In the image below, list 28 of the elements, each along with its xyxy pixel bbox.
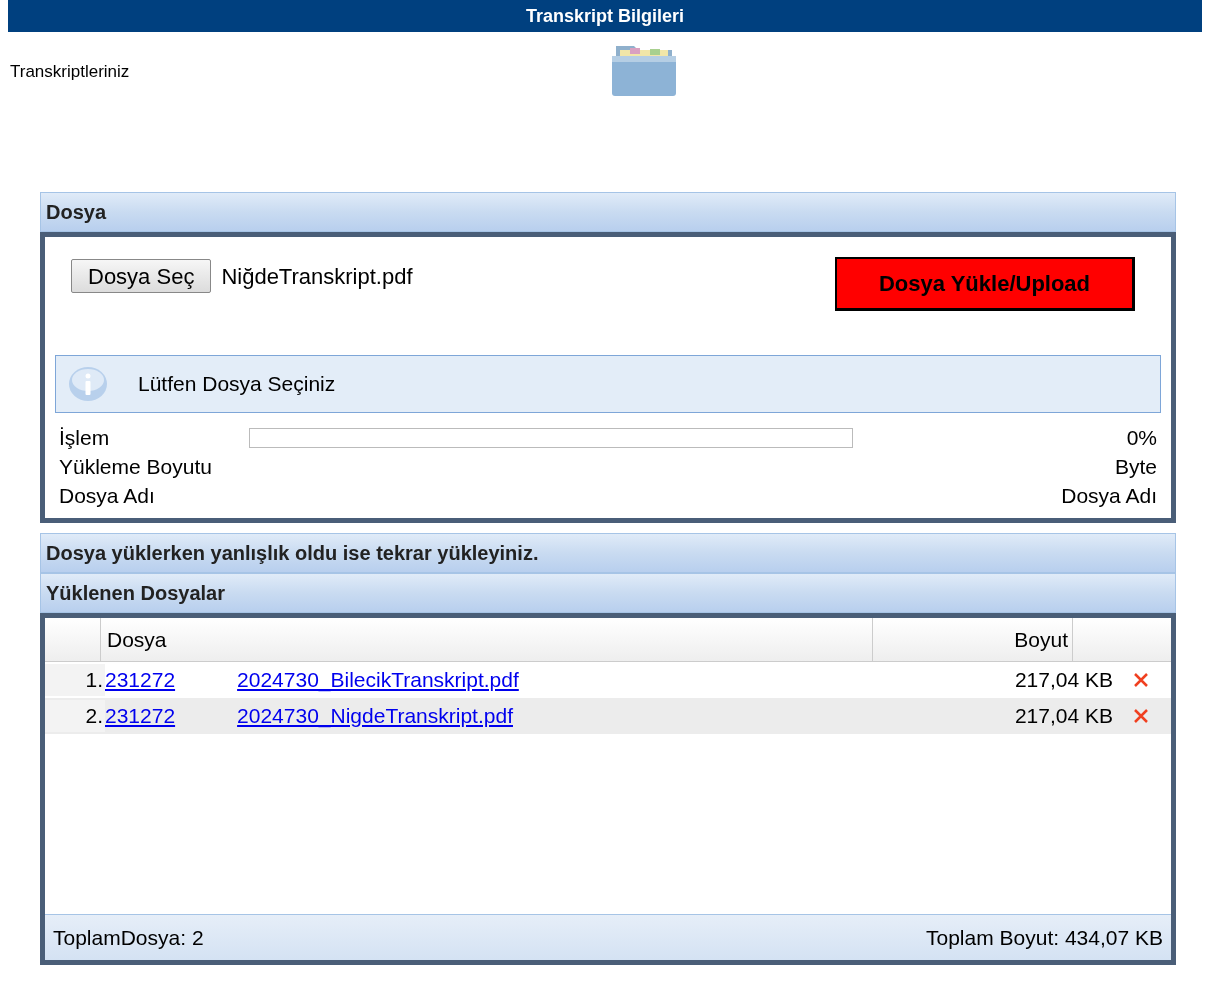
field-value: Dosya Adı	[1061, 482, 1157, 509]
file-link[interactable]: 231272 2024730_NigdeTranskript.pdf	[105, 700, 513, 732]
row-number: 2.	[45, 700, 105, 732]
total-files: ToplamDosya: 2	[53, 924, 204, 951]
delete-icon[interactable]	[1133, 672, 1149, 688]
row-number: 1.	[45, 664, 105, 696]
info-icon	[68, 366, 108, 402]
field-label: İşlem	[59, 424, 110, 451]
section-label: Transkriptleriniz	[10, 61, 131, 83]
file-size: 217,04 KB	[1014, 703, 1113, 730]
choose-file-button[interactable]: Dosya Seç	[71, 259, 212, 293]
title-bar: Transkript Bilgileri	[8, 0, 1202, 32]
field-label: Yükleme Boyutu	[59, 453, 212, 480]
delete-icon[interactable]	[1133, 708, 1149, 724]
file-size: 217,04 KB	[1014, 667, 1113, 694]
file-link[interactable]: 231272 2024730_BilecikTranskript.pdf	[105, 664, 519, 696]
field-value: Byte	[1114, 453, 1157, 480]
panel-header: Yüklenen Dosyalar	[40, 573, 1176, 613]
total-size: Toplam Boyut: 434,07 KB	[926, 924, 1163, 951]
column-header: Boyut	[873, 618, 1073, 661]
chosen-file-name: NiğdeTranskript.pdf	[221, 262, 413, 291]
upload-button[interactable]: Dosya Yükle/Upload	[835, 257, 1135, 311]
field-label: Dosya Adı	[59, 482, 155, 509]
info-message: Lütfen Dosya Seçiniz	[138, 371, 336, 398]
field-value: 0%	[1126, 424, 1157, 451]
column-header: Dosya	[101, 618, 873, 661]
panel-header: Dosya	[40, 192, 1176, 232]
notice-bar: Dosya yüklerken yanlışlık oldu ise tekrar yükleyiniz.	[40, 533, 1176, 573]
